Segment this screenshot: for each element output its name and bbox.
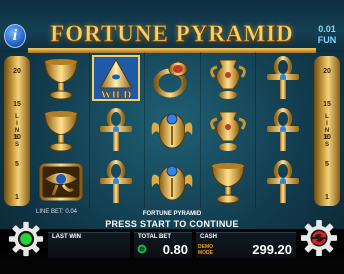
reel-symbol-ankh <box>255 104 311 156</box>
goblet-icon <box>211 163 245 204</box>
ankh-icon <box>100 160 133 203</box>
cash-panel: CASH DEMO MODE 299.20 <box>196 232 296 258</box>
demo-mode-badge: DEMO MODE <box>198 244 213 256</box>
wild-pyramid-icon: WILD <box>92 55 141 101</box>
ring-icon <box>153 61 188 98</box>
cash-label: CASH <box>200 234 218 240</box>
reel-grid: WILD <box>33 52 311 208</box>
goblet-icon <box>44 59 78 100</box>
total-bet-label: TOTAL BET <box>138 234 171 240</box>
message-title: FORTUNE PYRAMID <box>142 211 202 217</box>
reel-divider <box>88 52 90 208</box>
reel-symbol-ring <box>144 52 200 104</box>
message-text: PRESS START TO CONTINUE <box>105 219 239 229</box>
lines-label: LINES <box>324 114 330 148</box>
line-marker-5[interactable]: 5 <box>314 161 340 168</box>
lines-rail-left: 20 15 10 5 1 LINES <box>4 56 30 206</box>
scarab-icon <box>151 165 193 201</box>
scarab-icon <box>151 113 193 149</box>
ankh-icon <box>100 108 133 151</box>
reel-symbol-ankh <box>89 156 145 208</box>
ankh-icon <box>267 108 300 151</box>
slot-game: i FORTUNE PYRAMID 0.01 FUN 20 15 10 5 1 … <box>0 0 344 274</box>
denomination-selector[interactable]: 0.01 FUN <box>312 24 342 46</box>
golden-vase-icon <box>209 59 246 99</box>
reel-symbol-goblet <box>33 104 89 156</box>
reel-symbol-ankh <box>89 104 145 156</box>
coin-stack-icon <box>137 244 147 254</box>
info-icon: i <box>12 27 18 44</box>
reel-divider <box>199 52 201 208</box>
ankh-icon <box>267 160 300 203</box>
reel-symbol-goblet <box>33 52 89 104</box>
spin-button-icon[interactable] <box>300 219 338 257</box>
reel-symbol-goblet <box>200 156 256 208</box>
denomination-currency: FUN <box>317 35 337 45</box>
reel-symbol-eye-of-horus <box>33 156 89 208</box>
line-marker-20[interactable]: 20 <box>4 68 30 75</box>
game-title: FORTUNE PYRAMID <box>50 21 294 47</box>
reel-symbol-ankh <box>255 52 311 104</box>
line-marker-15[interactable]: 15 <box>314 101 340 108</box>
last-win-label: LAST WIN <box>52 234 81 240</box>
total-bet-panel[interactable]: TOTAL BET 0.80 <box>134 232 192 258</box>
cash-value: 299.20 <box>252 242 292 257</box>
reel-symbol-ankh <box>255 156 311 208</box>
reel-symbol-golden-vase <box>200 104 256 156</box>
last-win-panel: LAST WIN <box>48 232 130 258</box>
reel-symbol-scarab <box>144 104 200 156</box>
reel-divider <box>255 52 257 208</box>
ankh-icon <box>267 56 300 99</box>
line-marker-1[interactable]: 1 <box>4 194 30 201</box>
lines-rail-right: 20 15 10 5 1 LINES <box>314 56 340 206</box>
line-marker-15[interactable]: 15 <box>4 101 30 108</box>
settings-gear-icon[interactable] <box>8 221 44 257</box>
reel-symbol-scarab <box>144 156 200 208</box>
line-marker-5[interactable]: 5 <box>4 161 30 168</box>
golden-vase-icon <box>209 111 246 151</box>
goblet-icon <box>44 111 78 152</box>
svg-text:WILD: WILD <box>101 89 132 101</box>
line-marker-20[interactable]: 20 <box>314 68 340 75</box>
reel-symbol-golden-vase <box>200 52 256 104</box>
reel-symbol-wild-pyramid: WILD <box>89 52 145 104</box>
info-button[interactable]: i <box>4 24 26 48</box>
game-header: i FORTUNE PYRAMID 0.01 FUN <box>0 0 344 53</box>
eye-of-horus-icon <box>39 163 83 201</box>
line-marker-1[interactable]: 1 <box>314 194 340 201</box>
total-bet-value: 0.80 <box>162 242 188 257</box>
lines-label: LINES <box>14 114 20 148</box>
denomination-value: 0.01 <box>318 24 336 34</box>
reel-divider <box>144 52 146 208</box>
